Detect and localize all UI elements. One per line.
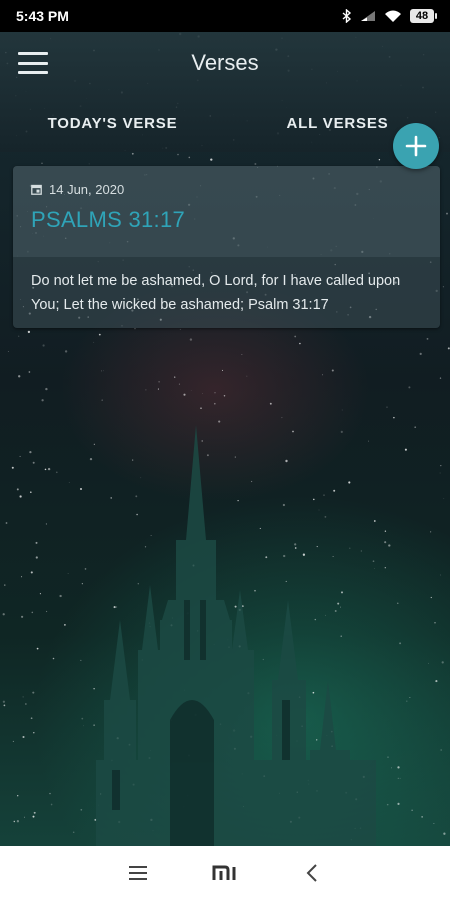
calendar-icon — [31, 184, 42, 195]
bluetooth-icon — [342, 9, 352, 23]
add-verse-button[interactable] — [393, 123, 439, 169]
verse-text: Do not let me be ashamed, O Lord, for I … — [31, 273, 401, 313]
status-icons: 48 — [342, 9, 437, 23]
page-title: Verses — [191, 50, 259, 75]
verse-card[interactable]: 14 Jun, 2020 PSALMS 31:17 Do not let me … — [13, 166, 440, 328]
battery-icon: 48 — [410, 9, 437, 23]
app-bar: Verses TODAY'S VERSE ALL VERSES — [0, 32, 450, 152]
status-time: 5:43 PM — [16, 8, 69, 24]
wifi-icon — [385, 10, 401, 22]
plus-icon — [405, 135, 427, 157]
tab-todays-verse[interactable]: TODAY'S VERSE — [0, 94, 225, 152]
back-icon[interactable] — [292, 853, 332, 893]
toolbar: Verses — [0, 32, 450, 94]
home-mi-icon[interactable] — [205, 853, 245, 893]
hamburger-menu-icon[interactable] — [18, 52, 48, 74]
system-nav-bar — [0, 846, 450, 900]
verse-date-row: 14 Jun, 2020 — [31, 182, 422, 197]
verse-card-header: 14 Jun, 2020 PSALMS 31:17 — [13, 166, 440, 257]
verse-date: 14 Jun, 2020 — [49, 182, 125, 197]
signal-icon — [361, 11, 375, 21]
verse-reference: PSALMS 31:17 — [31, 207, 186, 232]
tab-bar: TODAY'S VERSE ALL VERSES — [0, 94, 450, 152]
recents-menu-icon[interactable] — [118, 853, 158, 893]
status-bar: 5:43 PM 48 — [0, 0, 450, 32]
